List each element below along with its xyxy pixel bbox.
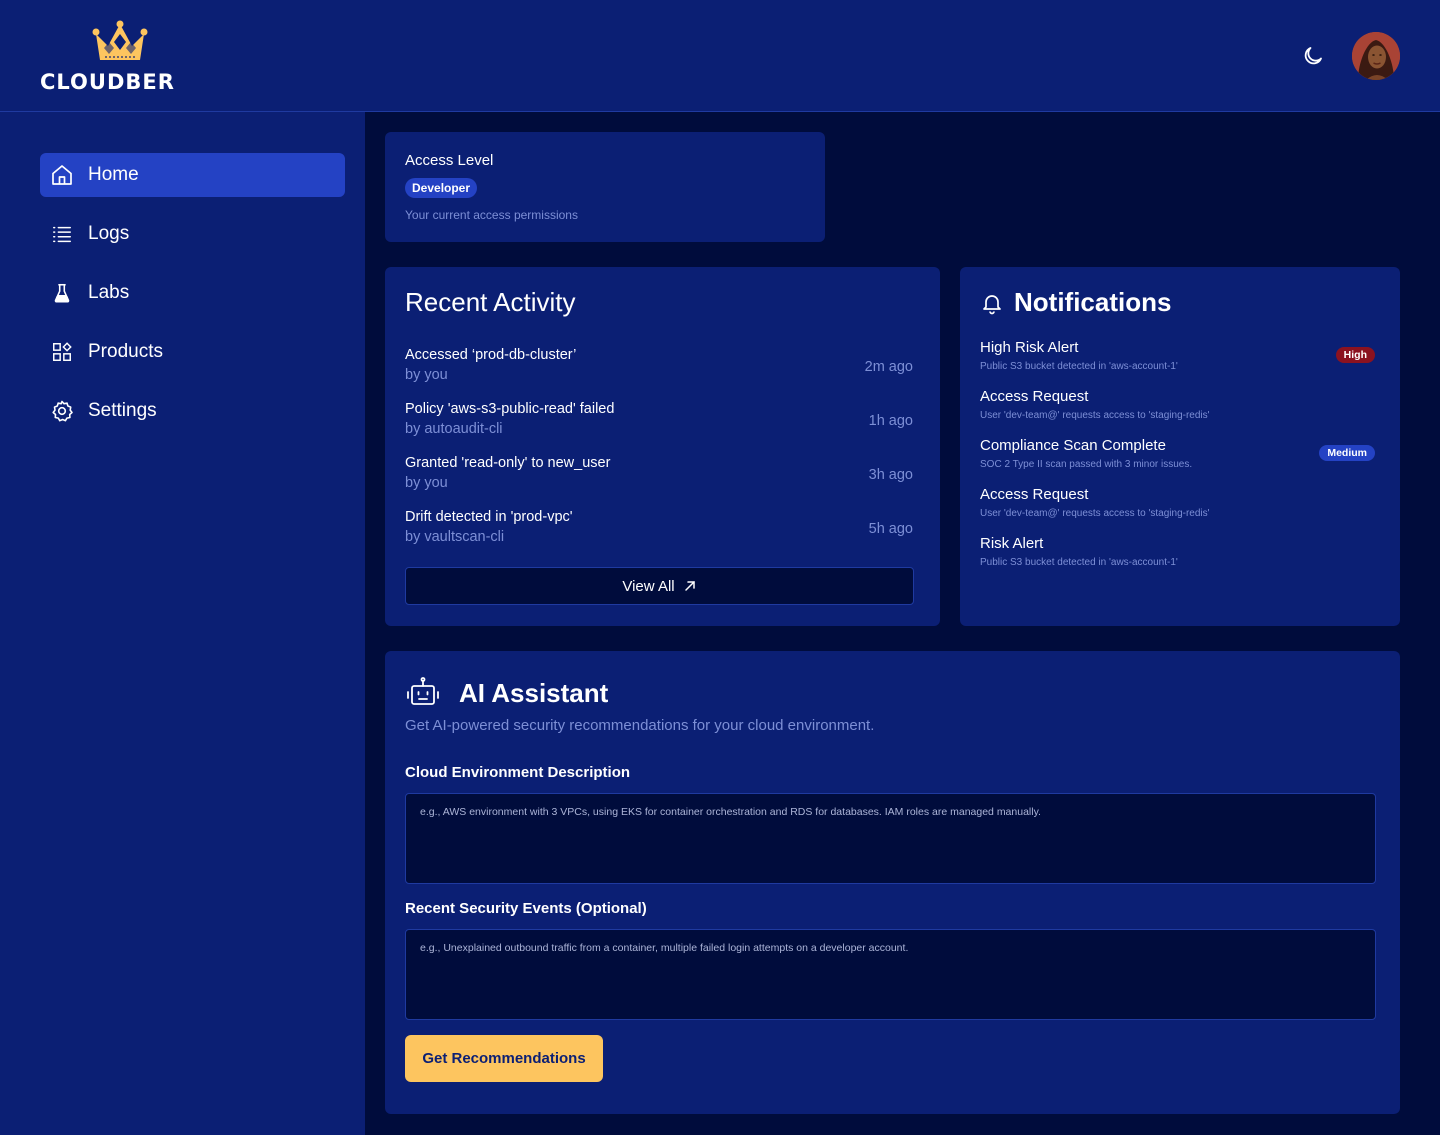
env-description-label: Cloud Environment Description bbox=[405, 764, 631, 781]
severity-badge: Medium bbox=[1319, 445, 1375, 461]
sidebar-item-label: Logs bbox=[88, 223, 130, 244]
view-all-button[interactable]: View All bbox=[405, 567, 914, 605]
env-description-input[interactable] bbox=[405, 793, 1376, 884]
recent-activity-card: Recent Activity Accessed ‘prod-db-cluste… bbox=[385, 267, 940, 626]
activity-time: 3h ago bbox=[868, 467, 913, 483]
notifications-card: Notifications High Risk Alert Public S3 … bbox=[960, 267, 1400, 626]
activity-action: Accessed ‘prod-db-cluster’ bbox=[405, 347, 577, 363]
notifications-title: Notifications bbox=[1014, 287, 1172, 317]
activity-time: 5h ago bbox=[868, 521, 913, 537]
access-level-card: Access Level Developer Your current acce… bbox=[385, 132, 825, 242]
top-header: CLOUDBER bbox=[0, 0, 1440, 112]
ai-assistant-title: AI Assistant bbox=[459, 677, 609, 708]
sidebar-item-labs[interactable]: Labs bbox=[40, 271, 345, 315]
notification-item[interactable]: Access Request User 'dev-team@' requests… bbox=[980, 388, 1375, 421]
notification-title: Access Request bbox=[980, 486, 1089, 503]
sidebar-item-label: Settings bbox=[88, 400, 157, 421]
flask-icon bbox=[50, 281, 74, 305]
notification-desc: User 'dev-team@' requests access to 'sta… bbox=[980, 410, 1210, 421]
activity-actor: by vaultscan-cli bbox=[405, 529, 505, 545]
home-icon bbox=[50, 163, 74, 187]
user-avatar[interactable] bbox=[1352, 32, 1400, 80]
ai-assistant-card: AI Assistant Get AI-powered security rec… bbox=[385, 651, 1400, 1114]
activity-item[interactable]: Granted 'read-only' to new_user by you 3… bbox=[405, 455, 913, 501]
sidebar-item-label: Products bbox=[88, 341, 163, 362]
ai-assistant-subtitle: Get AI-powered security recommendations … bbox=[405, 717, 875, 734]
view-all-label: View All bbox=[622, 577, 675, 595]
notification-desc: User 'dev-team@' requests access to 'sta… bbox=[980, 508, 1210, 519]
robot-icon bbox=[407, 677, 439, 705]
notification-title: Compliance Scan Complete bbox=[980, 437, 1166, 454]
get-recommendations-button[interactable]: Get Recommendations bbox=[405, 1035, 603, 1082]
avatar-image bbox=[1352, 32, 1400, 80]
notification-title: Access Request bbox=[980, 388, 1089, 405]
sidebar-item-products[interactable]: Products bbox=[40, 330, 345, 374]
sidebar-item-home[interactable]: Home bbox=[40, 153, 345, 197]
notification-desc: Public S3 bucket detected in 'aws-accoun… bbox=[980, 361, 1178, 372]
arrow-up-right-icon bbox=[684, 581, 695, 591]
activity-item[interactable]: Accessed ‘prod-db-cluster’ by you 2m ago bbox=[405, 347, 913, 393]
ai-assistant-header: AI Assistant bbox=[405, 675, 608, 711]
list-icon bbox=[50, 222, 74, 246]
access-level-subtitle: Your current access permissions bbox=[405, 208, 578, 222]
severity-badge: High bbox=[1335, 347, 1375, 363]
sidebar: Home Logs Labs Products Settings bbox=[0, 112, 365, 1135]
sidebar-item-label: Labs bbox=[88, 282, 130, 303]
activity-action: Granted 'read-only' to new_user bbox=[405, 455, 611, 471]
notification-item[interactable]: Compliance Scan Complete SOC 2 Type II s… bbox=[980, 437, 1375, 470]
activity-action: Drift detected in 'prod-vpc' bbox=[405, 509, 573, 525]
notification-item[interactable]: Access Request User 'dev-team@' requests… bbox=[980, 486, 1375, 519]
activity-item[interactable]: Policy 'aws-s3-public-read' failed by au… bbox=[405, 401, 913, 447]
sidebar-item-logs[interactable]: Logs bbox=[40, 212, 345, 256]
moon-icon[interactable] bbox=[1301, 44, 1325, 68]
notification-title: High Risk Alert bbox=[980, 339, 1079, 356]
activity-item[interactable]: Drift detected in 'prod-vpc' by vaultsca… bbox=[405, 509, 913, 555]
notification-item[interactable]: Risk Alert Public S3 bucket detected in … bbox=[980, 535, 1375, 568]
bell-icon bbox=[983, 294, 1001, 314]
activity-time: 1h ago bbox=[868, 413, 913, 429]
security-events-label: Recent Security Events (Optional) bbox=[405, 900, 647, 917]
activity-actor: by you bbox=[405, 475, 448, 491]
access-level-title: Access Level bbox=[405, 152, 494, 169]
notifications-header: Notifications bbox=[980, 287, 1380, 318]
activity-actor: by autoaudit-cli bbox=[405, 421, 503, 437]
activity-actor: by you bbox=[405, 367, 448, 383]
security-events-input[interactable] bbox=[405, 929, 1376, 1020]
sidebar-item-settings[interactable]: Settings bbox=[40, 389, 345, 433]
brand-name: CLOUDBER bbox=[40, 70, 175, 94]
gear-icon bbox=[50, 399, 74, 423]
notification-title: Risk Alert bbox=[980, 535, 1044, 552]
activity-action: Policy 'aws-s3-public-read' failed bbox=[405, 401, 615, 417]
recent-activity-title: Recent Activity bbox=[405, 287, 576, 317]
crown-icon bbox=[92, 20, 148, 60]
brand-logo[interactable]: CLOUDBER bbox=[40, 20, 202, 94]
grid-icon bbox=[50, 340, 74, 364]
notification-desc: SOC 2 Type II scan passed with 3 minor i… bbox=[980, 459, 1193, 470]
sidebar-item-label: Home bbox=[88, 164, 139, 185]
notification-desc: Public S3 bucket detected in 'aws-accoun… bbox=[980, 557, 1178, 568]
notification-item[interactable]: High Risk Alert Public S3 bucket detecte… bbox=[980, 339, 1375, 372]
activity-time: 2m ago bbox=[864, 359, 913, 375]
access-level-badge: Developer bbox=[405, 178, 478, 198]
